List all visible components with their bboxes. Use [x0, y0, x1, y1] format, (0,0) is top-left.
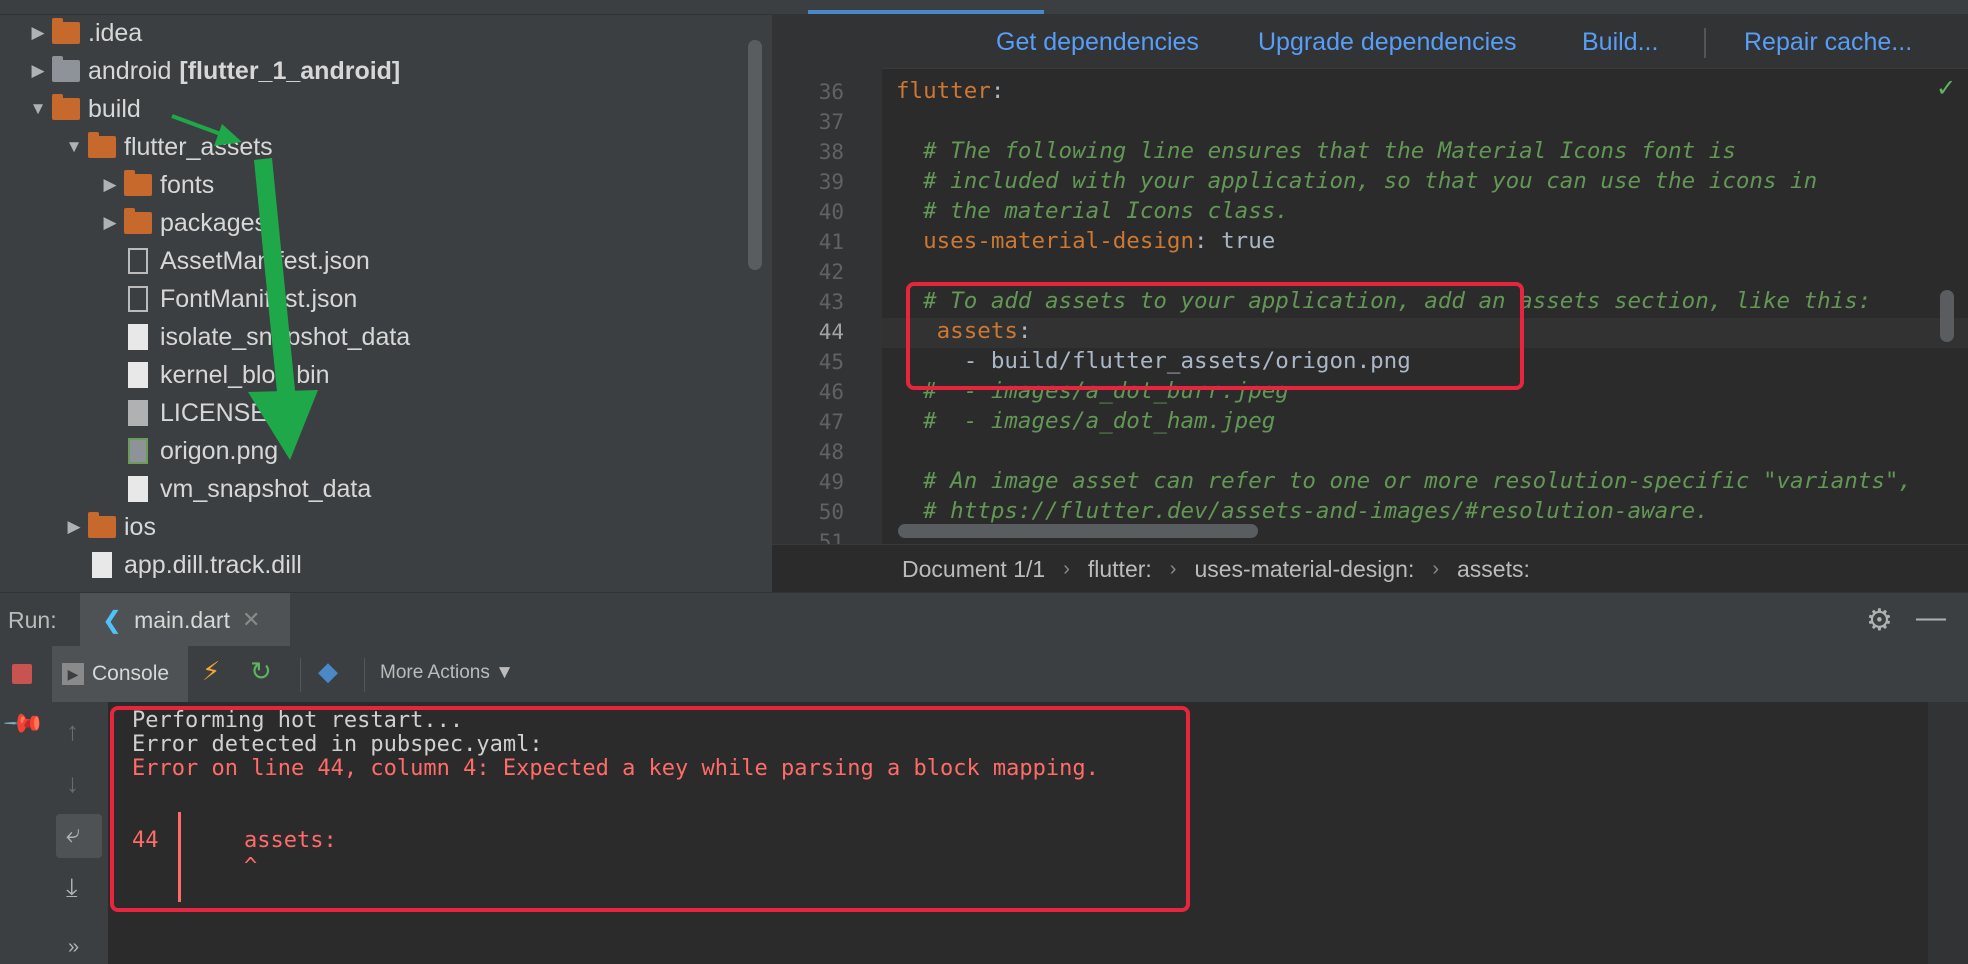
breadcrumb-item-assets[interactable]: assets:	[1457, 556, 1530, 583]
code-comment: # included with your application, so tha…	[923, 168, 1818, 194]
soft-wrap-icon: ⤶	[66, 818, 81, 848]
minimize-icon[interactable]: —	[1916, 601, 1946, 635]
chevron-right-icon: ›	[1063, 557, 1070, 580]
run-tool-window-header: Run: ❮ main.dart ✕ ⚙ —	[0, 592, 1968, 647]
line-number: 48	[818, 440, 844, 464]
run-tab-label: main.dart	[134, 606, 230, 633]
breadcrumb-item-uses-material-design[interactable]: uses-material-design:	[1194, 556, 1414, 583]
line-number: 44	[818, 320, 844, 344]
annotation-arrows	[171, 114, 318, 460]
annotation-arrow-origon-head	[248, 390, 318, 460]
gear-icon[interactable]: ⚙	[1866, 603, 1893, 638]
chevron-right-icon: ›	[1432, 557, 1440, 580]
code-comment: # An image asset can refer to one or mor…	[923, 468, 1912, 494]
line-number: 40	[818, 200, 844, 224]
breadcrumb-item-document[interactable]: Document 1/1	[902, 556, 1045, 583]
caret-down-icon: ▼	[495, 662, 514, 683]
line-number-gutter: 36 37 38 39 40 41 42 43 44 45 46 47 48 49 50 51	[772, 68, 882, 554]
stop-icon[interactable]	[12, 664, 32, 684]
code-comment: # - images/a_dot_ham.jpeg	[923, 408, 1276, 434]
code-line: # included with your application, so tha…	[896, 168, 1817, 194]
close-icon[interactable]: ✕	[242, 607, 260, 633]
run-side-toolbar: 📌	[0, 646, 52, 964]
code-value: : true	[1194, 228, 1276, 254]
line-number: 47	[818, 410, 844, 434]
console-tab[interactable]: ▶ Console	[52, 646, 188, 702]
toolbar-separator	[364, 658, 365, 692]
line-number: 38	[818, 140, 844, 164]
code-key: flutter	[896, 78, 991, 104]
annotation-arrow-origon-shaft	[254, 158, 296, 402]
code-line: # An image asset can refer to one or mor…	[896, 468, 1912, 494]
upgrade-dependencies-link[interactable]: Upgrade dependencies	[1258, 28, 1517, 57]
code-value: :	[990, 78, 1005, 104]
editor-horizontal-scrollbar[interactable]	[898, 524, 1258, 538]
line-number: 37	[818, 110, 844, 134]
soft-wrap-toggle[interactable]: ⤶	[56, 814, 102, 858]
code-key: uses-material-design	[923, 228, 1195, 254]
expand-icon[interactable]: »	[68, 936, 79, 959]
chevron-right-icon: ›	[1169, 557, 1177, 580]
annotation-arrow-build-line	[171, 114, 227, 138]
line-number: 49	[818, 470, 844, 494]
line-number: 50	[818, 500, 844, 524]
run-toolbar: ▶ Console ⚡ ↻ ◆ More Actions ▼	[52, 646, 1968, 702]
scroll-to-end-icon[interactable]: ⤓	[66, 872, 78, 904]
console-scrollbar[interactable]	[1928, 702, 1968, 964]
more-actions-label: More Actions	[380, 662, 490, 683]
annotation-box-editor-assets	[906, 282, 1524, 390]
hot-reload-icon[interactable]: ⚡	[202, 656, 220, 687]
annotation-arrow-build-head	[214, 124, 242, 146]
annotation-box-console-error	[110, 706, 1190, 912]
breadcrumb: Document 1/1 › flutter: › uses-material-…	[772, 544, 1968, 592]
code-comment: # the material Icons class.	[923, 198, 1289, 224]
pin-icon[interactable]: 📌	[2, 701, 46, 746]
line-number: 41	[818, 230, 844, 254]
more-actions-dropdown[interactable]: More Actions ▼	[380, 662, 514, 684]
get-dependencies-link[interactable]: Get dependencies	[996, 28, 1199, 57]
code-line: # https://flutter.dev/assets-and-images/…	[896, 498, 1709, 524]
link-separator	[1704, 28, 1706, 58]
code-comment: # https://flutter.dev/assets-and-images/…	[923, 498, 1709, 524]
breadcrumb-item-flutter[interactable]: flutter:	[1088, 556, 1152, 583]
line-number: 39	[818, 170, 844, 194]
line-number: 46	[818, 380, 844, 404]
arrow-up-icon[interactable]: ↑	[66, 716, 79, 747]
code-line: # The following line ensures that the Ma…	[896, 138, 1736, 164]
inspection-ok-icon: ✓	[1936, 75, 1957, 102]
console-tab-label: Console	[92, 662, 170, 685]
toolbar-separator	[300, 658, 301, 692]
code-line: # - images/a_dot_ham.jpeg	[896, 408, 1275, 434]
code-line: flutter:	[896, 78, 1004, 104]
code-comment: # The following line ensures that the Ma…	[923, 138, 1736, 164]
build-link[interactable]: Build...	[1582, 28, 1658, 57]
editor-tab-strip[interactable]	[772, 0, 1968, 14]
console-side-toolbar: ↑ ↓ ⤶ ⤓ »	[52, 702, 108, 964]
arrow-down-icon[interactable]: ↓	[66, 768, 79, 799]
line-number: 43	[818, 290, 844, 314]
repair-cache-link[interactable]: Repair cache...	[1744, 28, 1912, 57]
hot-restart-icon[interactable]: ↻	[250, 656, 272, 687]
terminal-icon: ▶	[62, 663, 84, 685]
line-number: 45	[818, 350, 844, 374]
run-label: Run:	[8, 607, 57, 633]
line-number: 42	[818, 260, 844, 284]
pub-dependency-bar: Get dependencies Upgrade dependencies Bu…	[772, 14, 1968, 69]
flutter-icon: ❮	[102, 606, 123, 634]
code-line: uses-material-design: true	[896, 228, 1275, 254]
dart-devtools-icon[interactable]: ◆	[318, 656, 338, 687]
editor-vertical-scrollbar[interactable]	[1940, 290, 1954, 342]
run-config-tab[interactable]: ❮ main.dart ✕	[80, 593, 290, 647]
code-line: # the material Icons class.	[896, 198, 1289, 224]
line-number: 36	[818, 80, 844, 104]
